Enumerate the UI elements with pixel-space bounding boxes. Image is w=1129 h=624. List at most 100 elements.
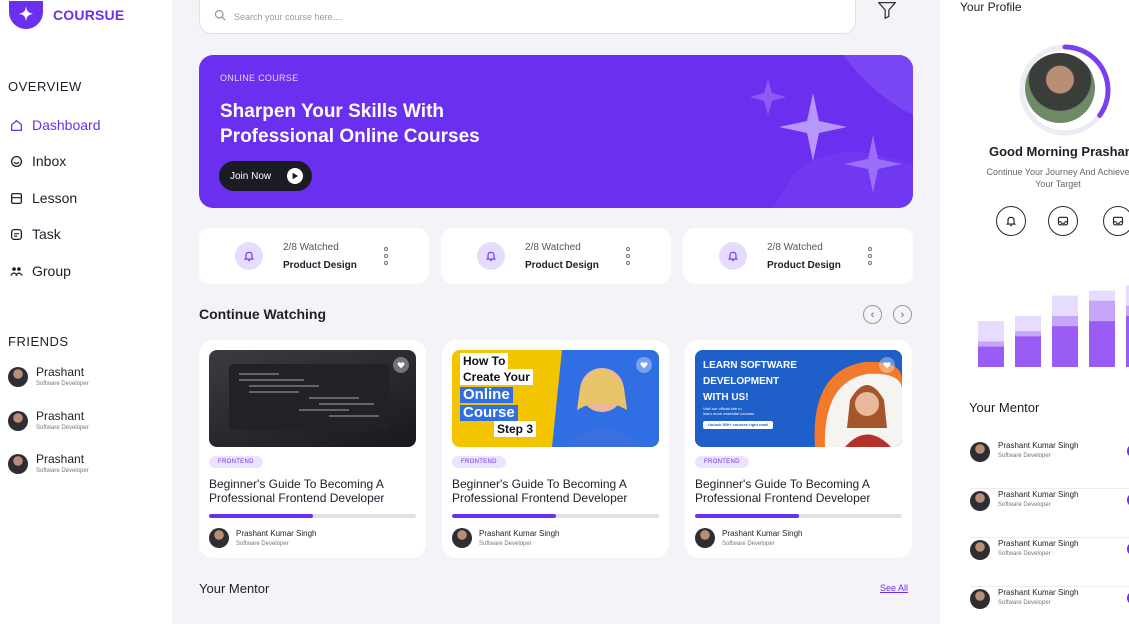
next-arrow-button[interactable]: › <box>893 305 912 324</box>
avatar <box>452 528 472 548</box>
activity-bar-segment <box>1089 321 1115 367</box>
stat-watched: 2/8 Watched <box>767 241 823 253</box>
filter-icon <box>878 2 896 19</box>
overview-heading: OVERVIEW <box>8 79 82 94</box>
friend-item[interactable]: Prashant Software Developer <box>8 452 89 474</box>
course-mentor: Prashant Kumar Singh Software Developer <box>452 528 560 548</box>
join-now-button[interactable]: Join Now <box>219 161 312 191</box>
avatar <box>970 442 990 462</box>
sidebar-item-lesson[interactable]: Lesson <box>8 190 77 206</box>
heart-icon[interactable] <box>879 357 895 373</box>
sidebar-item-group[interactable]: Group <box>8 263 71 279</box>
inbox-icon <box>1057 216 1069 226</box>
sidebar-item-label: Lesson <box>32 190 78 206</box>
mentor-list-item[interactable]: Prashant Kumar Singh Software Developer <box>970 440 1129 489</box>
sidebar-item-dashboard[interactable]: Dashboard <box>8 117 101 133</box>
thumb-line: Course <box>460 405 518 421</box>
mentor-name: Prashant Kumar Singh <box>998 441 1079 450</box>
friend-item[interactable]: Prashant Software Developer <box>8 409 89 431</box>
thumb-line: DEVELOPMENT <box>703 376 780 387</box>
friend-role: Software Developer <box>36 468 89 474</box>
task-icon <box>8 226 24 242</box>
course-progress-bar <box>209 514 416 518</box>
heart-icon[interactable] <box>393 357 409 373</box>
mentor-name: Prashant Kumar Singh <box>236 529 317 538</box>
stat-card[interactable]: 2/8 Watched Product Design <box>441 228 671 284</box>
hero-banner: ONLINE COURSE Sharpen Your Skills With P… <box>199 55 913 208</box>
greeting-subtitle-line: Your Target <box>1035 179 1081 189</box>
avatar <box>8 454 28 474</box>
friend-name: Prashant <box>36 452 85 466</box>
mentor-role: Software Developer <box>722 541 775 547</box>
thumb-line: LEARN SOFTWARE <box>703 360 797 371</box>
notification-button[interactable] <box>996 206 1026 236</box>
sidebar-item-label: Inbox <box>32 153 67 169</box>
bell-icon <box>719 242 747 270</box>
avatar <box>970 589 990 609</box>
stat-card[interactable]: 2/8 Watched Product Design <box>683 228 913 284</box>
play-icon <box>287 168 303 184</box>
course-mentor: Prashant Kumar Singh Software Developer <box>695 528 803 548</box>
sidebar-item-task[interactable]: Task <box>8 226 61 242</box>
more-options-icon[interactable] <box>625 247 631 265</box>
sidebar-item-label: Dashboard <box>32 117 101 133</box>
more-options-icon[interactable] <box>867 247 873 265</box>
mentor-list-item[interactable]: Prashant Kumar Singh Software Developer <box>970 587 1129 624</box>
right-mentor-title: Your Mentor <box>969 400 1040 415</box>
mentor-list-item[interactable]: Prashant Kumar Singh Software Developer <box>970 538 1129 587</box>
bell-icon <box>235 242 263 270</box>
category-badge: FRONTEND <box>695 456 749 468</box>
sidebar-item-label: Task <box>32 226 61 242</box>
prev-arrow-button[interactable]: ‹ <box>863 305 882 324</box>
search-input[interactable] <box>234 12 734 22</box>
search-bar[interactable] <box>199 0 856 34</box>
sparkle-decoration <box>750 55 913 208</box>
course-card[interactable]: FRONTEND Beginner's Guide To Becoming A … <box>199 340 426 558</box>
avatar <box>970 540 990 560</box>
see-all-link[interactable]: See All <box>880 583 908 593</box>
sidebar: ✦ COURSUE OVERVIEW Dashboard Inbox Lesso… <box>0 0 172 624</box>
code-screen-image <box>229 364 389 430</box>
friend-item[interactable]: Prashant Software Developer <box>8 365 89 387</box>
search-icon <box>214 8 226 26</box>
sidebar-item-inbox[interactable]: Inbox <box>8 153 66 169</box>
mentor-name: Prashant Kumar Singh <box>998 588 1079 597</box>
logo[interactable]: ✦ COURSUE <box>9 1 124 29</box>
progress-fill <box>695 514 799 518</box>
mentor-role: Software Developer <box>998 453 1051 459</box>
stat-watched: 2/8 Watched <box>283 241 339 253</box>
mentor-name: Prashant Kumar Singh <box>998 490 1079 499</box>
inbox-icon <box>1112 216 1124 226</box>
avatar <box>8 411 28 431</box>
sidebar-item-label: Group <box>32 263 71 279</box>
mentor-list-item[interactable]: Prashant Kumar Singh Software Developer <box>970 489 1129 538</box>
profile-avatar[interactable] <box>1025 53 1095 123</box>
inbox-button-2[interactable] <box>1103 206 1129 236</box>
category-badge: FRONTEND <box>209 456 263 468</box>
more-options-icon[interactable] <box>383 247 389 265</box>
greeting: Good Morning Prashant <box>989 144 1129 159</box>
avatar <box>970 491 990 511</box>
thumb-line: Step 3 <box>494 421 537 437</box>
profile-panel: Your Profile Good Morning Prashant Conti… <box>940 0 1129 624</box>
filter-button[interactable] <box>873 0 901 24</box>
activity-bar-segment <box>1052 326 1078 367</box>
hero-title: Sharpen Your Skills With Professional On… <box>220 101 480 147</box>
course-card[interactable]: LEARN SOFTWARE DEVELOPMENT WITH US! Visi… <box>685 340 912 558</box>
bell-icon <box>1005 216 1017 227</box>
course-card[interactable]: How To Create Your Online Course Step 3 … <box>442 340 669 558</box>
logo-icon: ✦ <box>9 1 43 29</box>
group-icon <box>8 263 24 279</box>
thumb-line: WITH US! <box>703 392 749 403</box>
mentor-role: Software Developer <box>479 541 532 547</box>
greeting-subtitle: Continue Your Journey And Achieve Your T… <box>978 166 1129 190</box>
chevron-right-icon: › <box>900 308 905 321</box>
inbox-button[interactable] <box>1048 206 1078 236</box>
heart-icon[interactable] <box>636 357 652 373</box>
continue-watching-title: Continue Watching <box>199 306 327 322</box>
chevron-left-icon: ‹ <box>870 308 875 321</box>
course-title: Beginner's Guide To Becoming A Professio… <box>452 477 628 505</box>
stat-card[interactable]: 2/8 Watched Product Design <box>199 228 429 284</box>
your-mentor-title: Your Mentor <box>199 581 270 596</box>
mentor-role: Software Developer <box>998 600 1051 606</box>
